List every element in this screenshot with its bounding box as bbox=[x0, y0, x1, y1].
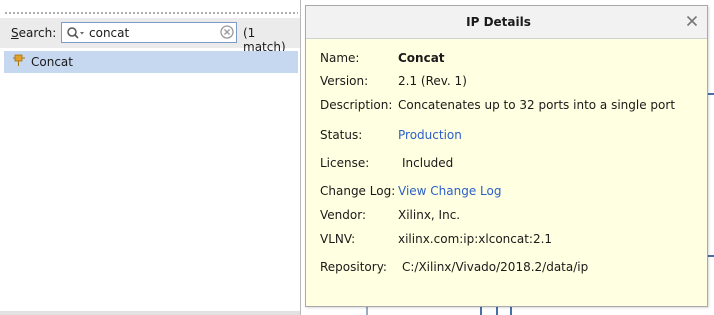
search-label-rest: earch: bbox=[18, 26, 57, 40]
result-item-concat[interactable]: Concat bbox=[4, 51, 298, 73]
vendor-value: Xilinx, Inc. bbox=[398, 208, 461, 222]
diagram-wire bbox=[496, 307, 498, 315]
popup-title: IP Details bbox=[466, 15, 531, 29]
result-item-label: Concat bbox=[31, 55, 73, 69]
search-icon[interactable] bbox=[66, 26, 88, 40]
diagram-wire bbox=[510, 307, 512, 315]
search-input[interactable] bbox=[89, 24, 217, 41]
drag-grip[interactable] bbox=[4, 11, 298, 15]
license-label: License: bbox=[320, 156, 370, 170]
name-label: Name: bbox=[320, 51, 360, 65]
repository-label: Repository: bbox=[320, 260, 387, 274]
clear-icon[interactable] bbox=[220, 25, 234, 39]
license-value: Included bbox=[402, 156, 454, 170]
status-label: Status: bbox=[320, 128, 363, 142]
description-value: Concatenates up to 32 ports into a singl… bbox=[398, 98, 676, 112]
description-label: Description: bbox=[320, 98, 393, 112]
search-label: Search: bbox=[11, 26, 56, 40]
version-value: 2.1 (Rev. 1) bbox=[398, 74, 467, 88]
diagram-wire bbox=[708, 93, 714, 95]
vlnv-label: VLNV: bbox=[320, 232, 356, 246]
search-box[interactable] bbox=[61, 22, 237, 43]
diagram-wire bbox=[480, 307, 482, 315]
view-change-log-link[interactable]: View Change Log bbox=[398, 184, 501, 198]
ip-details-popup: IP Details Name: Concat Version: 2.1 (Re… bbox=[305, 5, 708, 307]
match-count: (1 match) bbox=[243, 26, 286, 54]
ip-catalog-window: Search: (1 bbox=[0, 0, 714, 315]
ip-block-icon bbox=[12, 54, 26, 68]
diagram-wire bbox=[366, 307, 368, 315]
results-list: Concat bbox=[4, 51, 298, 313]
vendor-label: Vendor: bbox=[320, 208, 366, 222]
change-log-label: Change Log: bbox=[320, 184, 396, 198]
search-bar: Search: (1 bbox=[0, 18, 300, 54]
vlnv-value: xilinx.com:ip:xlconcat:2.1 bbox=[398, 232, 553, 246]
status-link[interactable]: Production bbox=[398, 128, 462, 142]
name-value: Concat bbox=[398, 51, 445, 65]
close-icon[interactable] bbox=[686, 15, 698, 27]
search-label-mnemonic: S bbox=[11, 26, 19, 40]
pane-bottom-edge bbox=[0, 311, 300, 315]
ip-search-pane: Search: (1 bbox=[0, 0, 301, 315]
popup-header: IP Details bbox=[306, 6, 707, 39]
repository-value: C:/Xilinx/Vivado/2018.2/data/ip bbox=[402, 260, 589, 274]
version-label: Version: bbox=[320, 74, 369, 88]
